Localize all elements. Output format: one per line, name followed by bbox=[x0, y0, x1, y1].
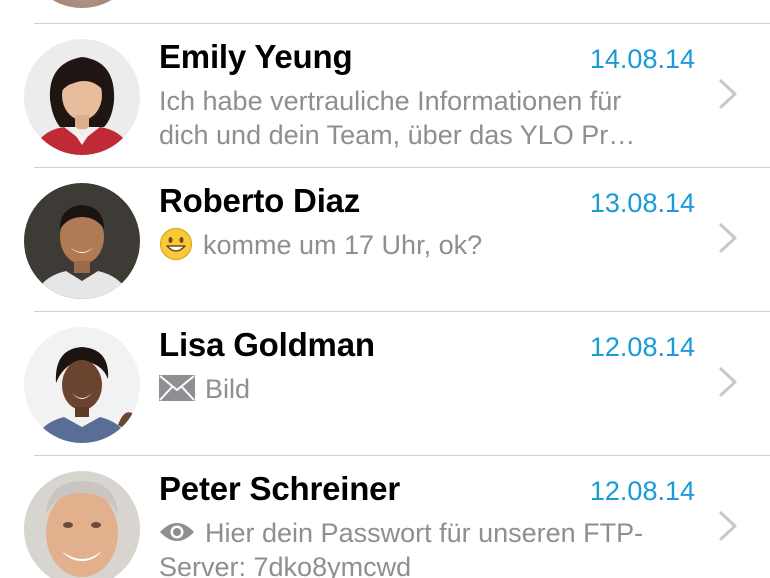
message-preview: Hier dein Passwort für unseren FTP- Serv… bbox=[159, 516, 704, 578]
message-date: 12.08.14 bbox=[589, 476, 695, 506]
message-preview-line: Bild bbox=[205, 374, 251, 404]
envelope-icon bbox=[159, 374, 195, 401]
chat-row-emily-yeung[interactable]: Emily Yeung 14.08.14 Ich habe vertraulic… bbox=[0, 24, 770, 168]
chevron-right-icon bbox=[719, 511, 737, 541]
chat-row-peter-schreiner[interactable]: Peter Schreiner 12.08.14 Hier dein Passw… bbox=[0, 456, 770, 578]
chat-row-roberto-diaz[interactable]: Roberto Diaz 13.08.14 komme um 17 Uhr, o… bbox=[0, 168, 770, 312]
contact-name: Emily Yeung bbox=[159, 38, 353, 75]
message-preview-line: dich und dein Team, über das YLO Pr… bbox=[159, 120, 636, 150]
avatar bbox=[24, 327, 140, 443]
message-preview-line: Ich habe vertrauliche Informationen für bbox=[159, 86, 622, 116]
chevron-right-icon bbox=[719, 79, 737, 109]
avatar bbox=[24, 183, 140, 299]
message-date: 12.08.14 bbox=[589, 332, 695, 362]
eye-icon bbox=[160, 522, 194, 541]
message-preview-line: Server: 7dko8ymcwd bbox=[159, 552, 412, 578]
message-preview: komme um 17 Uhr, ok? bbox=[159, 227, 704, 264]
contact-name: Lisa Goldman bbox=[159, 326, 375, 363]
message-date: 13.08.14 bbox=[589, 188, 695, 218]
chevron-right-icon bbox=[719, 367, 737, 397]
contact-name: Peter Schreiner bbox=[159, 470, 400, 507]
chevron-right-icon bbox=[719, 223, 737, 253]
chat-list: Emily Yeung 14.08.14 Ich habe vertraulic… bbox=[0, 0, 770, 578]
message-preview-line: Hier dein Passwort für unseren FTP- bbox=[205, 518, 644, 548]
message-date: 14.08.14 bbox=[589, 44, 695, 74]
avatar bbox=[24, 39, 140, 155]
message-preview: Ich habe vertrauliche Informationen für … bbox=[159, 84, 704, 152]
chat-row-lisa-goldman[interactable]: Lisa Goldman 12.08.14 Bild bbox=[0, 312, 770, 456]
message-preview: Bild bbox=[159, 372, 704, 406]
message-preview-line: komme um 17 Uhr, ok? bbox=[203, 230, 483, 260]
smiley-emoji-icon bbox=[159, 227, 193, 260]
previous-chat-row[interactable] bbox=[0, 0, 770, 24]
contact-name: Roberto Diaz bbox=[159, 182, 361, 219]
avatar bbox=[24, 471, 140, 578]
avatar bbox=[24, 0, 140, 8]
